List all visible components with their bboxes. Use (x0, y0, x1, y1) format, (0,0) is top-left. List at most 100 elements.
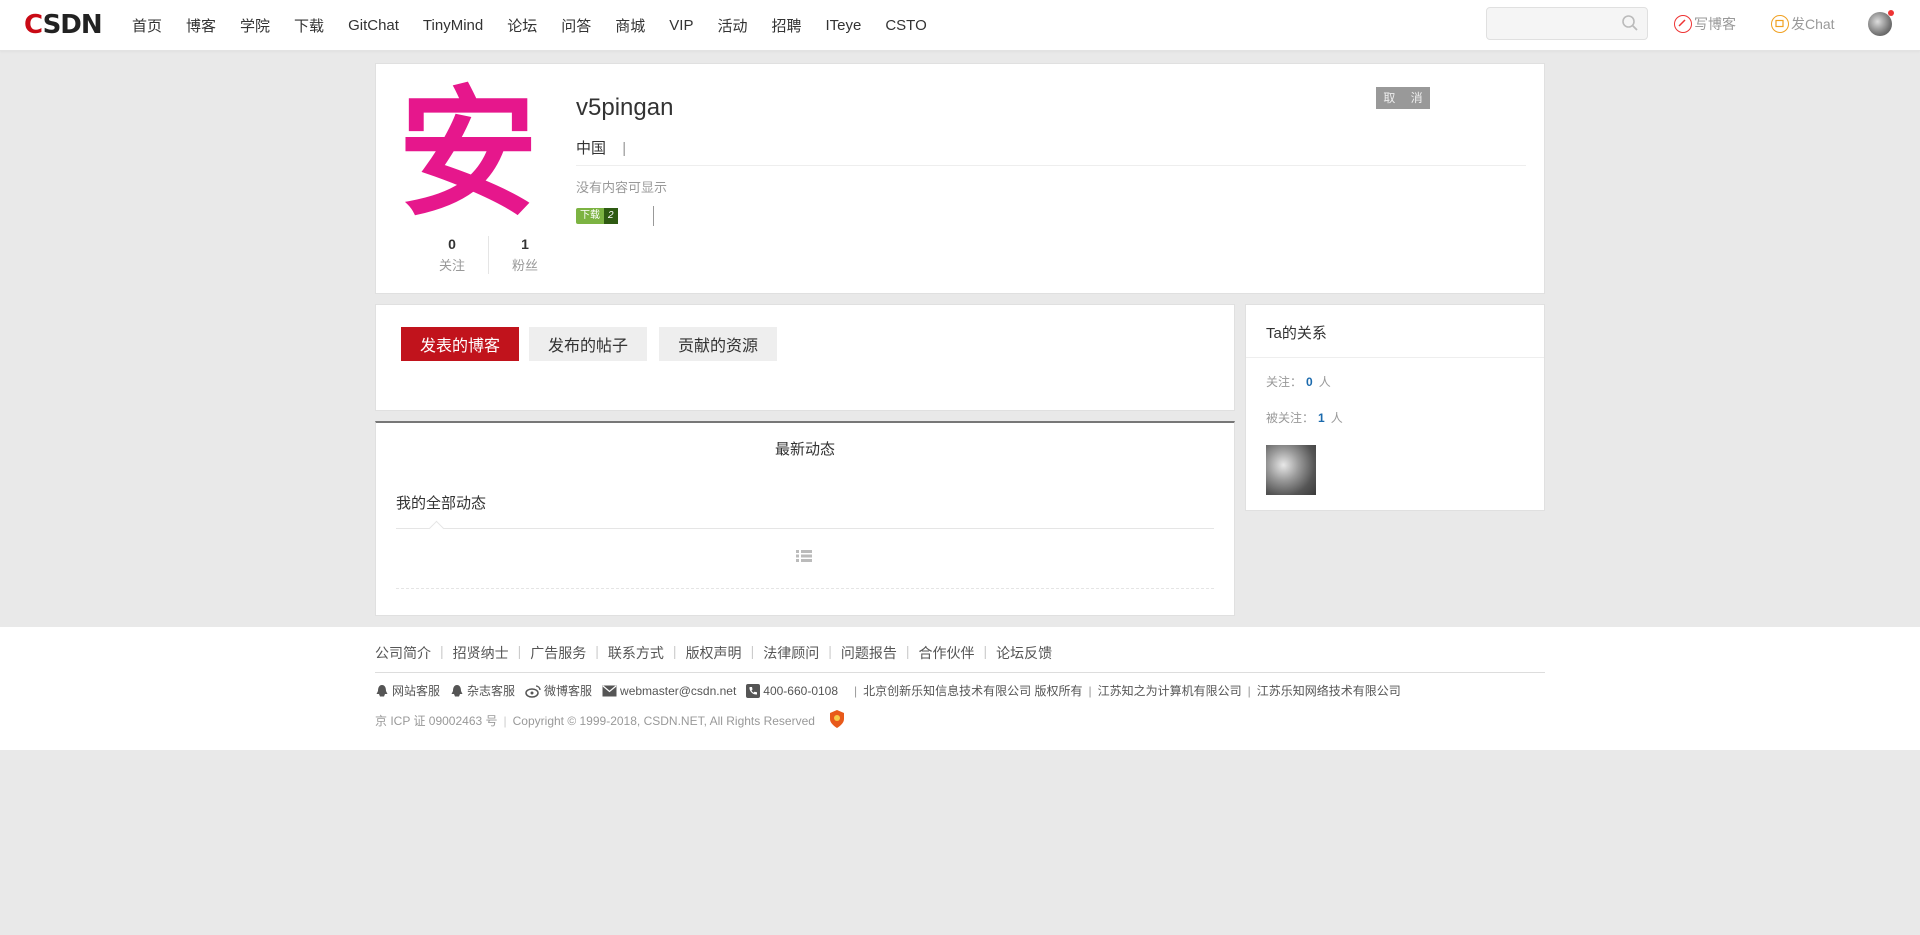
separator: | (503, 713, 507, 728)
user-avatar[interactable] (1868, 10, 1894, 36)
write-blog-button[interactable]: 写博客 (1674, 14, 1736, 34)
footer-link-report[interactable]: 问题报告 (841, 643, 897, 663)
police-badge-icon[interactable] (829, 710, 845, 731)
site-service-link[interactable]: 网站客服 (375, 682, 440, 699)
divider (375, 672, 1545, 673)
list-icon (796, 549, 812, 568)
copyright-text: Copyright © 1999-2018, CSDN.NET, All Rig… (512, 713, 815, 728)
divider (1246, 357, 1544, 358)
fans-count: 1 (521, 236, 529, 252)
footer-link-feedback[interactable]: 论坛反馈 (996, 643, 1052, 663)
download-level-badge[interactable]: 下载 2 (576, 208, 624, 224)
following-stat[interactable]: 0 关注 (416, 236, 488, 274)
nav-item-download[interactable]: 下载 (294, 15, 324, 36)
separator: | (595, 643, 599, 659)
footer-contact: 网站客服 杂志客服 微博客服 webmaster@csdn.net 400-66… (375, 682, 1401, 699)
footer-link-copyright[interactable]: 版权声明 (686, 643, 742, 663)
profile-stats: 0 关注 1 粉丝 (416, 236, 561, 274)
nav-item-home[interactable]: 首页 (132, 15, 162, 36)
following-value[interactable]: 0 (1306, 375, 1313, 389)
nav-item-mall[interactable]: 商城 (615, 15, 645, 36)
footer-links: 公司简介 | 招贤纳士 | 广告服务 | 联系方式 | 版权声明 | 法律顾问 | 问题报告… (375, 643, 1052, 663)
nav-item-jobs[interactable]: 招聘 (771, 15, 801, 36)
unit-label: 人 (1330, 411, 1343, 425)
separator: | (983, 643, 988, 659)
company-1: 北京创新乐知信息技术有限公司 版权所有 (863, 684, 1083, 698)
nav-item-forum[interactable]: 论坛 (507, 15, 537, 36)
nav-item-iteye[interactable]: ITeye (825, 17, 861, 34)
separator: | (750, 643, 755, 659)
pen-icon (1674, 15, 1692, 33)
separator: | (905, 643, 910, 659)
divider (396, 528, 1214, 529)
footer-link-careers[interactable]: 招贤纳士 (453, 643, 509, 663)
followers-value[interactable]: 1 (1318, 411, 1325, 425)
following-label: 关注： (1266, 375, 1303, 389)
icp-license[interactable]: 京 ICP 证 09002463 号 (375, 712, 498, 729)
fans-label: 粉丝 (511, 258, 538, 273)
qq-icon (451, 684, 463, 696)
location-separator: | (622, 140, 627, 157)
tab-resources[interactable]: 贡献的资源 (659, 327, 777, 361)
footer: 公司简介 | 招贤纳士 | 广告服务 | 联系方式 | 版权声明 | 法律顾问 | 问题报告… (0, 627, 1920, 750)
footer-link-contact[interactable]: 联系方式 (608, 643, 664, 663)
chat-icon (1771, 15, 1789, 33)
search-input[interactable] (1487, 8, 1617, 40)
relations-panel: Ta的关系 关注： 0 人 被关注： 1 人 (1245, 304, 1545, 511)
location-text: 中国 (576, 140, 607, 157)
footer-link-ads[interactable]: 广告服务 (530, 643, 586, 663)
nav-item-vip[interactable]: VIP (669, 17, 693, 34)
nav-item-csto[interactable]: CSTO (885, 17, 926, 34)
separator: | (517, 643, 522, 659)
followers-label: 被关注： (1266, 411, 1315, 425)
activity-feed: 最新动态 我的全部动态 (375, 421, 1235, 616)
magazine-service-link[interactable]: 杂志客服 (450, 682, 515, 699)
weibo-service-link[interactable]: 微博客服 (525, 682, 592, 699)
badge-label: 下载 (576, 208, 604, 224)
fans-stat[interactable]: 1 粉丝 (488, 236, 561, 274)
following-label: 关注 (438, 258, 465, 273)
site-service-label: 网站客服 (392, 684, 441, 698)
nav-item-academy[interactable]: 学院 (240, 15, 270, 36)
nav-item-qa[interactable]: 问答 (561, 15, 591, 36)
tab-posts[interactable]: 发布的帖子 (529, 327, 647, 361)
qq-icon (376, 684, 388, 696)
search-box (1486, 7, 1648, 40)
csdn-logo[interactable]: CSDN (24, 12, 103, 38)
nav-item-tinymind[interactable]: TinyMind (423, 17, 483, 34)
content-tabs: 发表的博客 发布的帖子 贡献的资源 (375, 304, 1235, 411)
search-icon[interactable] (1621, 14, 1639, 37)
feed-subtitle[interactable]: 我的全部动态 (396, 492, 486, 513)
tab-blogs[interactable]: 发表的博客 (401, 327, 519, 361)
badge-level: 2 (604, 208, 618, 224)
following-row: 关注： 0 人 (1266, 373, 1331, 390)
footer-link-legal[interactable]: 法律顾问 (763, 643, 819, 663)
post-chat-button[interactable]: 发Chat (1771, 14, 1835, 34)
cancel-button[interactable]: 取 消 (1376, 87, 1430, 109)
company-2[interactable]: 江苏知之为计算机有限公司 (1098, 682, 1242, 699)
footer-link-about[interactable]: 公司简介 (375, 643, 431, 663)
footer-copyright: 京 ICP 证 09002463 号 | Copyright © 1999-20… (375, 710, 845, 731)
phone-number: 400-660-0108 (763, 683, 839, 698)
write-blog-label: 写博客 (1694, 16, 1736, 32)
email-link[interactable]: webmaster@csdn.net (602, 684, 736, 698)
company-3[interactable]: 江苏乐知网络技术有限公司 (1257, 682, 1401, 699)
main-nav: 首页 博客 学院 下载 GitChat TinyMind 论坛 问答 商城 VI… (132, 0, 951, 50)
tab-pointer (428, 520, 445, 537)
follower-avatar[interactable] (1266, 445, 1316, 495)
badge-separator (653, 206, 654, 226)
footer-link-partners[interactable]: 合作伙伴 (918, 643, 974, 663)
profile-card: 安 0 关注 1 粉丝 v5pingan 中国 | 没有内容可显示 下载 2 取… (375, 63, 1545, 294)
separator: | (1247, 683, 1251, 698)
divider (396, 588, 1214, 589)
nav-item-blog[interactable]: 博客 (186, 15, 216, 36)
divider (576, 165, 1526, 166)
nav-item-gitchat[interactable]: GitChat (348, 17, 399, 34)
relations-title: Ta的关系 (1266, 325, 1327, 342)
separator: | (828, 643, 832, 659)
followers-row: 被关注： 1 人 (1266, 409, 1343, 426)
nav-item-events[interactable]: 活动 (717, 15, 747, 36)
phone-link[interactable]: 400-660-0108 (746, 683, 839, 698)
phone-icon (746, 683, 761, 698)
profile-avatar: 安 (398, 73, 539, 236)
